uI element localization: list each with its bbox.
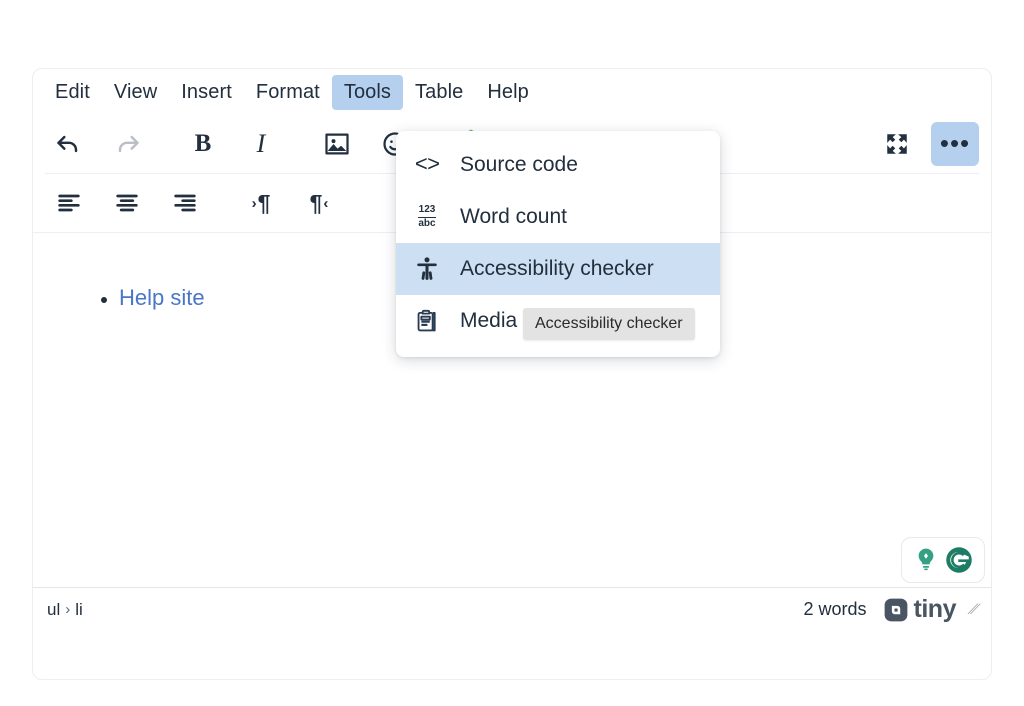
menubar-item-edit[interactable]: Edit: [43, 75, 102, 110]
italic-button[interactable]: I: [237, 122, 285, 166]
menu-item-source-code-label: Source code: [460, 153, 578, 176]
redo-button[interactable]: [103, 122, 151, 166]
ltr-icon: › ¶: [251, 189, 271, 216]
more-options-button[interactable]: •••: [931, 122, 979, 166]
menubar-item-insert[interactable]: Insert: [169, 75, 244, 110]
tiny-wordmark: tiny: [913, 595, 957, 623]
menubar-item-format[interactable]: Format: [244, 75, 332, 110]
image-button[interactable]: [313, 122, 361, 166]
menu-item-accessibility-checker[interactable]: Accessibility checker: [396, 243, 720, 295]
menubar-item-view[interactable]: View: [102, 75, 169, 110]
menubar-item-table[interactable]: Table: [403, 75, 475, 110]
align-center-icon: [116, 194, 138, 212]
more-options-icon: •••: [939, 128, 971, 159]
menu-item-media-label: Media: [460, 309, 518, 332]
clipboard-icon: [412, 307, 442, 335]
align-left-icon: [58, 194, 80, 212]
grammarly-bulb-icon: [918, 548, 934, 571]
word-count-label[interactable]: 2 words: [804, 599, 867, 620]
rtl-icon: ¶ ‹: [309, 189, 329, 216]
align-right-icon: [174, 194, 196, 212]
menubar-item-tools[interactable]: Tools: [331, 74, 404, 110]
menu-item-word-count-label: Word count: [460, 205, 567, 228]
statusbar-right: 2 words tiny ⁄⁄: [804, 597, 980, 623]
element-path[interactable]: ul › li: [47, 600, 83, 620]
element-path-separator: ›: [65, 601, 71, 618]
tiny-branding-link[interactable]: tiny: [883, 597, 956, 623]
word-count-icon: 123 abc: [418, 204, 436, 229]
bold-icon: B: [194, 130, 212, 157]
redo-icon: [118, 135, 139, 153]
menu-item-word-count[interactable]: 123 abc Word count: [396, 191, 720, 243]
fullscreen-icon: [887, 134, 907, 154]
menu-item-source-code[interactable]: <> Source code: [396, 139, 720, 191]
element-path-root[interactable]: ul: [47, 600, 60, 620]
menu-item-accessibility-checker-label: Accessibility checker: [460, 257, 654, 280]
menubar: Edit View Insert Format Tools Table Help: [33, 69, 991, 115]
undo-button[interactable]: [45, 122, 93, 166]
align-left-button[interactable]: [45, 181, 93, 225]
align-right-button[interactable]: [161, 181, 209, 225]
grammarly-widget[interactable]: [901, 537, 985, 583]
help-site-link[interactable]: Help site: [119, 285, 205, 310]
tiny-logo-icon: [884, 598, 907, 621]
screen: Edit View Insert Format Tools Table Help: [0, 0, 1024, 706]
italic-icon: I: [256, 129, 266, 158]
undo-icon: [57, 135, 78, 153]
grammarly-logo-icon: [946, 547, 972, 573]
tooltip: Accessibility checker: [523, 308, 695, 340]
source-code-icon: <>: [414, 152, 440, 178]
accessibility-icon: [412, 255, 442, 283]
resize-handle[interactable]: ⁄⁄: [969, 601, 980, 618]
element-path-leaf[interactable]: li: [75, 600, 83, 620]
bold-button[interactable]: B: [179, 122, 227, 166]
fullscreen-button[interactable]: [873, 122, 921, 166]
ltr-button[interactable]: › ¶: [237, 181, 285, 225]
image-icon: [325, 133, 349, 155]
rtl-button[interactable]: ¶ ‹: [295, 181, 343, 225]
statusbar: ul › li 2 words tiny ⁄⁄: [33, 587, 991, 631]
align-center-button[interactable]: [103, 181, 151, 225]
menubar-item-help[interactable]: Help: [475, 75, 541, 110]
